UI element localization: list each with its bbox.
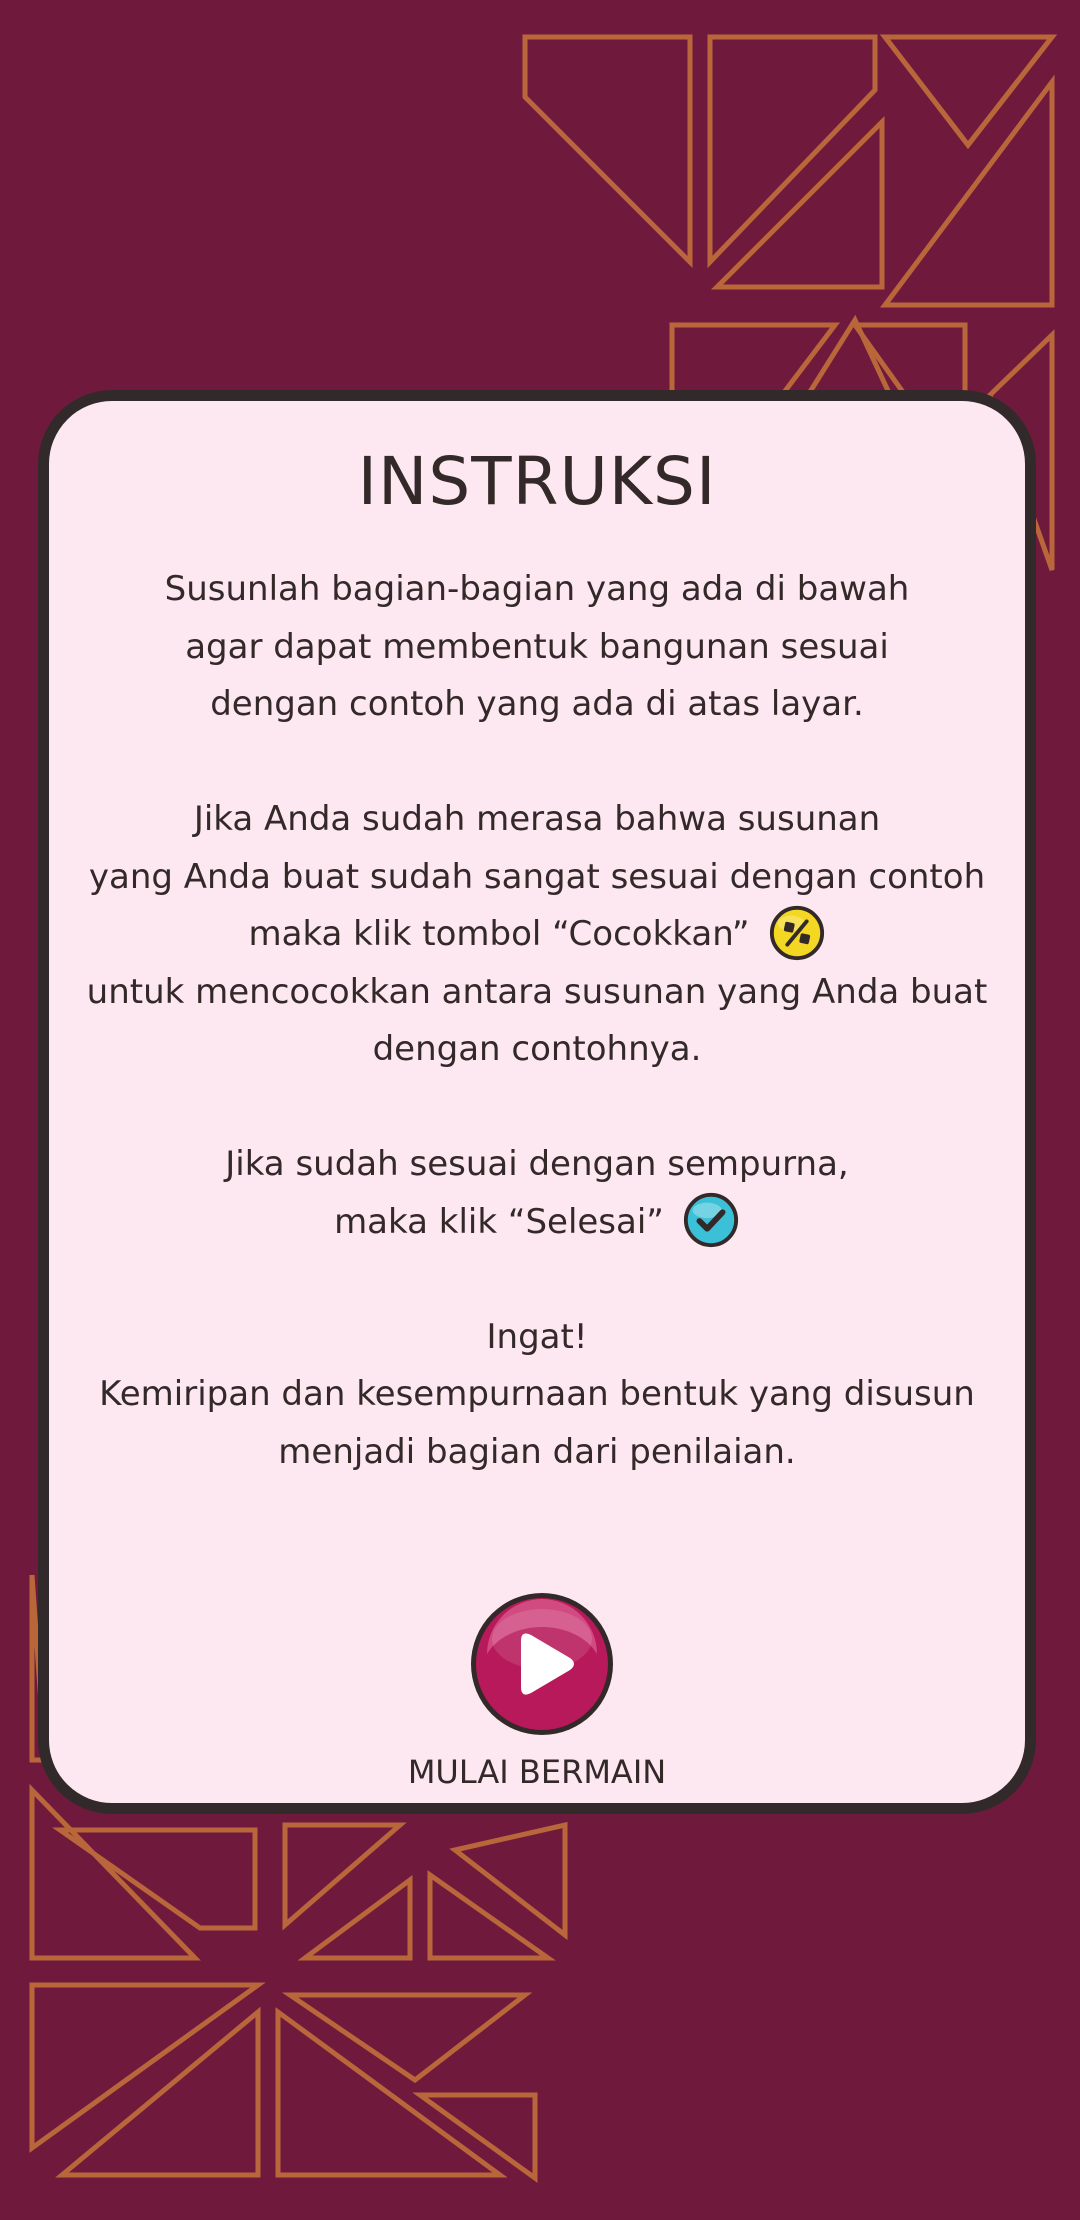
instruction-line: dengan contohnya. [372, 1029, 702, 1069]
instruction-line: dengan contoh yang ada di atas layar. [210, 684, 864, 724]
instruction-line: Ingat! [486, 1316, 588, 1357]
start-game-button[interactable] [467, 1589, 617, 1739]
instruction-line-match: maka klik tombol “Cocokkan” [49, 905, 1025, 964]
instruction-line: Jika Anda sudah merasa bahwa susunan [193, 799, 881, 839]
instruction-line: menjadi bagian dari penilaian. [278, 1431, 796, 1472]
instruction-line: untuk mencocokkan antara susunan yang An… [86, 971, 988, 1012]
instruction-line: Jika sudah sesuai dengan sempurna, [225, 1144, 849, 1184]
instruction-line: maka klik tombol “Cocokkan” [248, 914, 750, 954]
start-game-label[interactable]: MULAI BERMAIN [49, 1752, 1025, 1792]
instruction-line-done: maka klik “Selesai” [49, 1192, 1025, 1252]
percent-badge-icon [769, 905, 824, 960]
instruction-card: INSTRUKSI Susunlah bagian-bagian yang ad… [38, 390, 1036, 1814]
instruction-line: Kemiripan dan kesempurnaan bentuk yang d… [99, 1374, 975, 1414]
instruction-line: Susunlah bagian-bagian yang ada di bawah [164, 569, 910, 609]
instruction-line: agar dapat membentuk bangunan sesuai [185, 626, 889, 667]
instruction-line: yang Anda buat sudah sangat sesuai denga… [88, 856, 986, 897]
checkmark-badge-icon [683, 1192, 738, 1248]
page-title: INSTRUKSI [357, 443, 717, 520]
instruction-line: maka klik “Selesai” [334, 1201, 664, 1242]
instruction-text: Susunlah bagian-bagian yang ada di bawah… [49, 561, 1025, 1481]
